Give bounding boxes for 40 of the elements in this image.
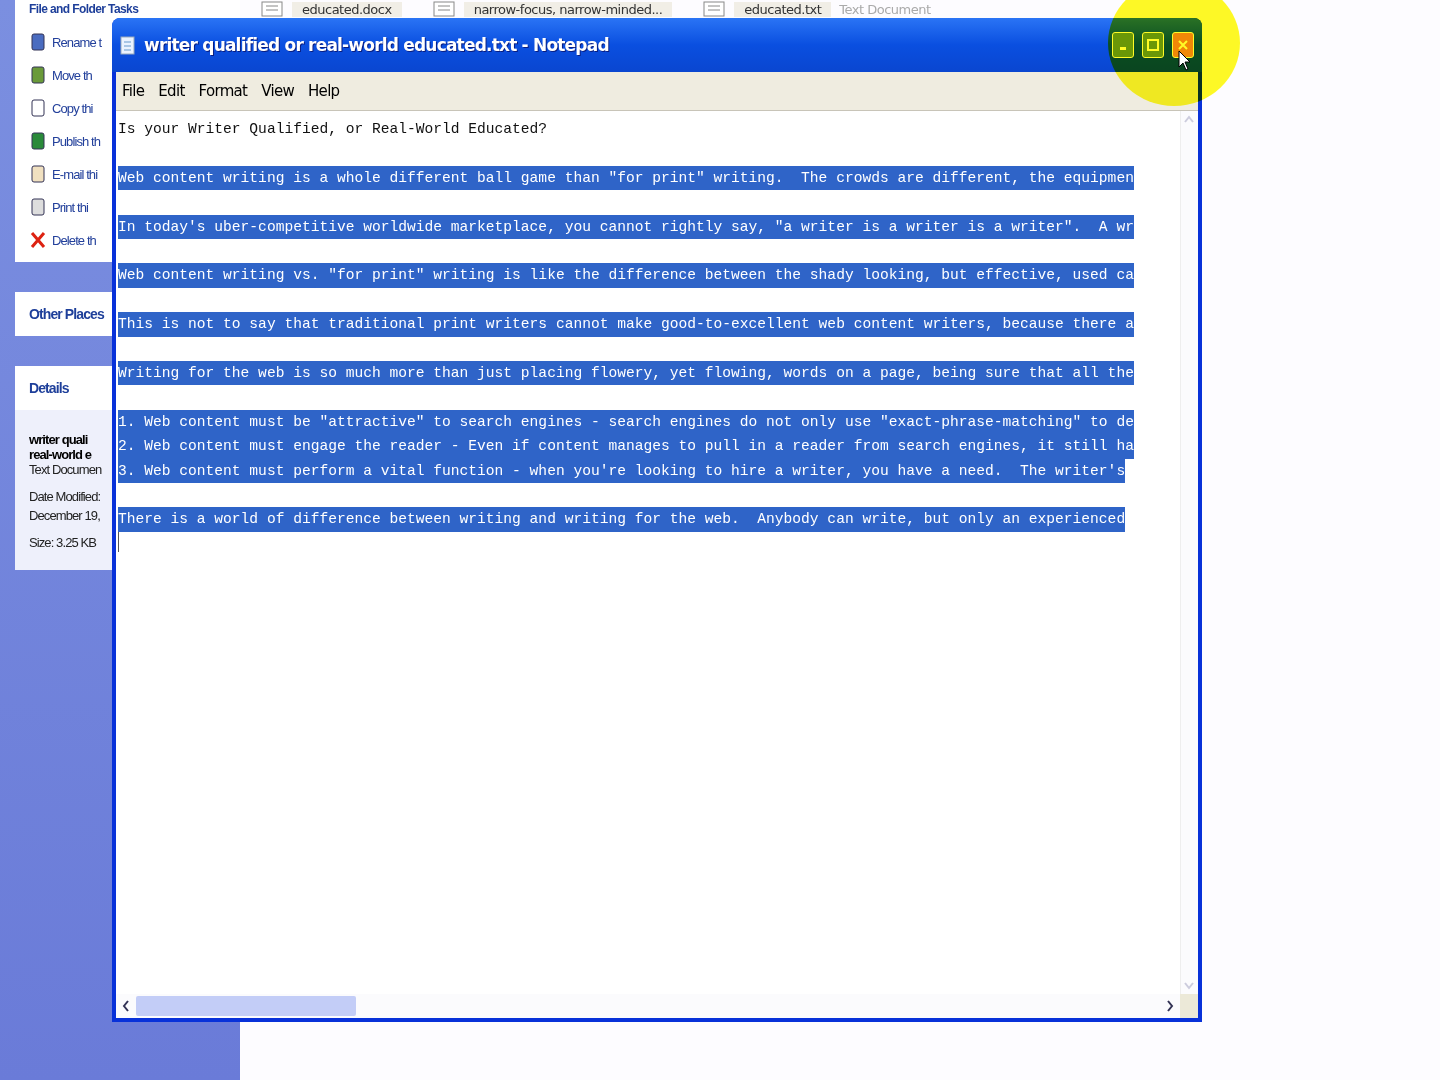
task-link[interactable]: Delete th	[29, 230, 96, 250]
date-label: Date Modified:	[29, 489, 101, 504]
file-name[interactable]: narrow-focus, narrow-minded...	[463, 1, 673, 17]
mouse-pointer-icon	[1178, 50, 1192, 72]
file-name[interactable]: educated.docx	[292, 1, 402, 17]
menu-item[interactable]: Edit	[158, 82, 185, 100]
task-link[interactable]: E-mail thi	[29, 164, 98, 184]
other-places-header[interactable]: Other Places	[29, 306, 104, 322]
notepad-icon	[120, 35, 136, 55]
window-title: writer qualified or real-world educated.txt - Notepad	[144, 35, 610, 55]
task-link[interactable]: Publish th	[29, 131, 101, 151]
file-name[interactable]: educated.txt	[734, 1, 832, 17]
document-icon	[260, 1, 284, 17]
details-header[interactable]: Details	[29, 380, 69, 396]
scroll-right-icon[interactable]	[1164, 998, 1176, 1014]
text-cursor-icon	[118, 531, 121, 552]
tasks-header: File and Folder Tasks	[29, 2, 139, 16]
scroll-left-icon[interactable]	[120, 998, 132, 1014]
date-value: December 19,	[29, 508, 100, 523]
file-type: Text Documen	[29, 462, 102, 477]
text-line: Is your Writer Qualified, or Real-World Educated?	[118, 120, 548, 139]
file-type: Text Document	[839, 1, 931, 17]
horizontal-scrollbar[interactable]	[116, 994, 1180, 1018]
file-name: writer quali	[29, 432, 88, 447]
scroll-thumb[interactable]	[136, 996, 356, 1016]
task-link[interactable]: Move th	[29, 65, 92, 85]
resize-grip[interactable]	[1180, 994, 1198, 1018]
menu-item[interactable]: Help	[308, 82, 340, 100]
file-name: real-world e	[29, 447, 92, 462]
task-link[interactable]: Print thi	[29, 197, 88, 217]
document-icon	[431, 1, 456, 17]
menu-item[interactable]: View	[261, 82, 295, 100]
task-link[interactable]: Rename t	[29, 32, 102, 52]
task-link[interactable]: Copy thi	[29, 98, 93, 118]
menu-item[interactable]: Format	[198, 82, 248, 100]
page-icon	[29, 98, 47, 118]
file-size: Size: 3.25 KB	[29, 535, 97, 550]
menu-item[interactable]: File	[122, 82, 145, 100]
document-icon	[702, 1, 727, 17]
delete-icon	[29, 230, 47, 250]
